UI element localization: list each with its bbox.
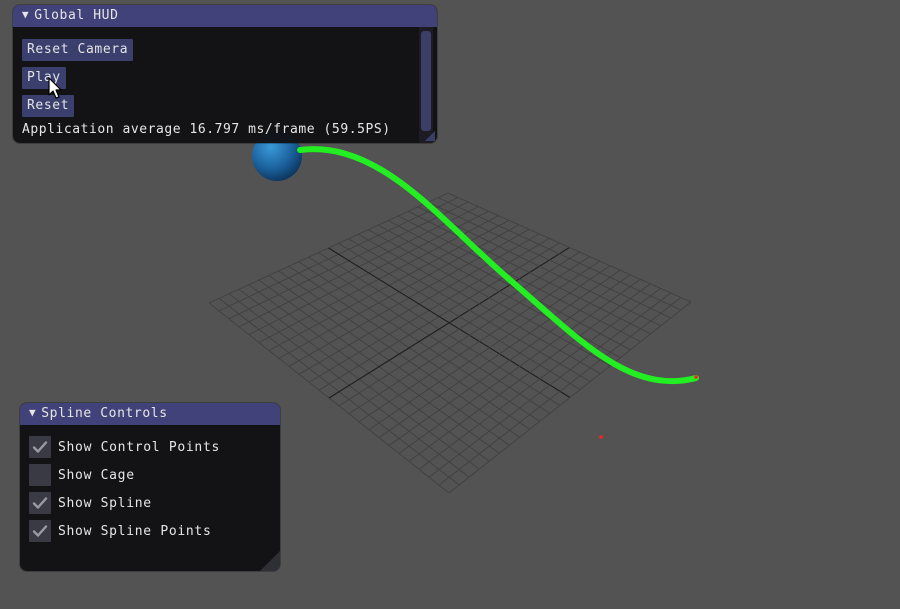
checkbox[interactable]	[29, 492, 51, 514]
checkbox-label: Show Cage	[58, 467, 135, 483]
play-button[interactable]: Play	[22, 67, 66, 89]
checkmark-icon	[32, 525, 48, 537]
global-hud-title-bar[interactable]: ▼ Global HUD	[13, 5, 437, 27]
checkbox[interactable]	[29, 464, 51, 486]
control-point	[599, 435, 603, 439]
checkbox-label: Show Spline Points	[58, 523, 212, 539]
checkbox-label: Show Spline	[58, 495, 152, 511]
reset-camera-button[interactable]: Reset Camera	[22, 39, 134, 61]
checkmark-icon	[32, 497, 48, 509]
global-hud-window: ▼ Global HUD Reset Camera Play Reset Appl…	[13, 5, 437, 143]
scrollbar[interactable]	[419, 27, 433, 143]
spline-controls-title-bar[interactable]: ▼ Spline Controls	[20, 403, 280, 425]
frame-stats-text: Application average 16.797 ms/frame (59.…	[22, 122, 391, 137]
reset-button[interactable]: Reset	[22, 95, 75, 117]
collapse-triangle-icon[interactable]: ▼	[22, 5, 29, 26]
checkmark-icon	[32, 441, 48, 453]
checkbox-row[interactable]: Show Spline	[29, 492, 152, 514]
resize-grip[interactable]	[425, 131, 435, 141]
spline-controls-title: Spline Controls	[41, 406, 168, 421]
checkbox[interactable]	[29, 436, 51, 458]
collapse-triangle-icon[interactable]: ▼	[29, 403, 36, 424]
checkbox[interactable]	[29, 520, 51, 542]
checkbox-row[interactable]: Show Control Points	[29, 436, 220, 458]
resize-grip[interactable]	[260, 551, 280, 571]
control-point	[694, 375, 698, 379]
checkbox-row[interactable]: Show Cage	[29, 464, 135, 486]
global-hud-title: Global HUD	[34, 8, 119, 23]
spline-controls-window: ▼ Spline Controls Show Control Points Show…	[20, 403, 280, 571]
scrollbar-grab[interactable]	[421, 31, 431, 131]
checkbox-label: Show Control Points	[58, 439, 221, 455]
checkbox-row[interactable]: Show Spline Points	[29, 520, 211, 542]
